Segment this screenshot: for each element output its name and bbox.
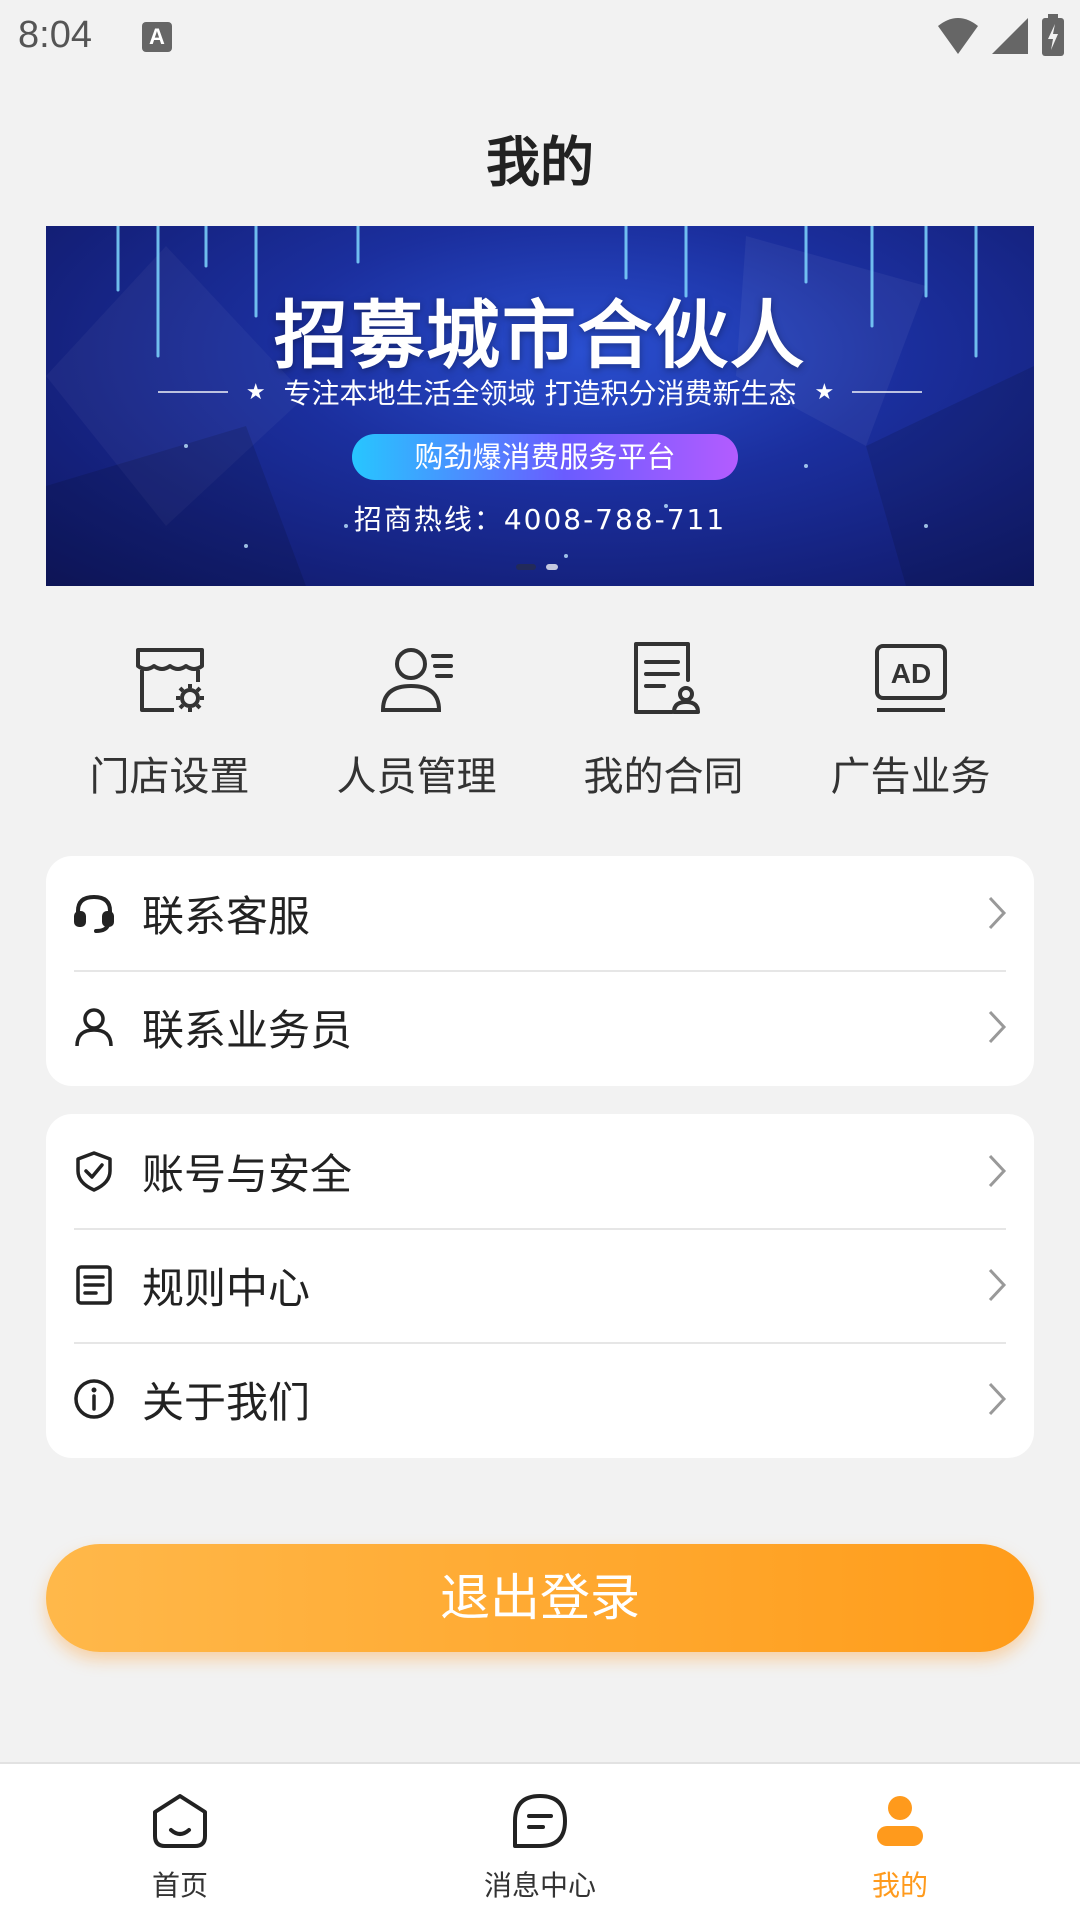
quick-action-label: 人员管理 — [336, 754, 497, 800]
status-time: 8:04 — [18, 14, 92, 56]
quick-action-label: 我的合同 — [583, 754, 744, 800]
info-icon — [74, 1379, 114, 1419]
menu-item-label: 联系客服 — [142, 891, 311, 941]
star-icon: ★ — [814, 379, 835, 405]
chevron-right-icon — [988, 896, 1007, 930]
chevron-right-icon — [988, 1382, 1007, 1416]
staff-management-icon — [380, 648, 453, 712]
banner-pill: 购劲爆消费服务平台 — [352, 434, 738, 480]
headset-icon — [74, 894, 114, 933]
banner-hotline: 招商热线：4008-788-711 — [353, 503, 727, 536]
carousel-dot — [546, 564, 558, 570]
signal-icon — [992, 18, 1028, 54]
promo-banner[interactable]: 招募城市合伙人 ★ 专注本地生活全领域 打造积分消费新生态 ★ 购劲爆消费服务平… — [46, 226, 1034, 586]
menu-item-about-us[interactable]: 关于我们 — [46, 1342, 1034, 1456]
menu-item-contact-salesperson[interactable]: 联系业务员 — [46, 970, 1034, 1084]
quick-action-label: 广告业务 — [830, 754, 991, 800]
shield-icon — [76, 1151, 112, 1192]
menu-item-label: 关于我们 — [142, 1377, 311, 1427]
document-icon — [76, 1265, 112, 1305]
banner-divider-line — [852, 391, 923, 393]
wifi-icon — [938, 18, 978, 54]
logout-button[interactable]: 退出登录 — [46, 1544, 1034, 1652]
chevron-right-icon — [988, 1268, 1007, 1302]
menu-item-rules-center[interactable]: 规则中心 — [46, 1228, 1034, 1342]
nav-label: 我的 — [871, 1869, 928, 1902]
nav-label: 消息中心 — [483, 1869, 596, 1902]
profile-page: 8:04 A 我的 招募城市合伙人 ★ 专注本地生活全领域 打造积分消费新生态 … — [0, 0, 1080, 1920]
svg-text:AD: AD — [890, 658, 930, 689]
store-settings-icon — [135, 648, 204, 712]
menu-card-account: 账号与安全 规则中心 关于我们 — [46, 1114, 1034, 1458]
ad-icon: AD — [874, 644, 947, 712]
person-icon — [75, 1008, 113, 1047]
notification-a-icon: A — [142, 22, 172, 52]
menu-item-account-security[interactable]: 账号与安全 — [46, 1114, 1034, 1228]
banner-divider-line — [157, 391, 228, 393]
menu-item-contact-service[interactable]: 联系客服 — [46, 856, 1034, 970]
star-icon: ★ — [245, 379, 266, 405]
carousel-dot-active — [516, 564, 536, 570]
status-icons — [936, 14, 1066, 58]
menu-item-label: 账号与安全 — [142, 1149, 353, 1199]
quick-action-ad-business[interactable]: AD 广告业务 — [787, 636, 1034, 802]
quick-actions: 门店设置 人员管理 我的合同 AD 广告业务 — [46, 636, 1034, 802]
home-icon — [153, 1794, 207, 1848]
nav-tab-home[interactable]: 首页 — [0, 1764, 360, 1920]
bottom-nav: 首页 消息中心 我的 — [0, 1762, 1080, 1920]
nav-tab-profile[interactable]: 我的 — [720, 1764, 1080, 1920]
quick-action-store-settings[interactable]: 门店设置 — [46, 636, 293, 802]
menu-item-label: 联系业务员 — [142, 1005, 353, 1055]
banner-subtitle: 专注本地生活全领域 打造积分消费新生态 — [283, 377, 797, 410]
nav-label: 首页 — [151, 1869, 208, 1902]
profile-icon — [877, 1796, 923, 1846]
quick-action-my-contract[interactable]: 我的合同 — [540, 636, 787, 802]
carousel-indicator — [516, 564, 558, 570]
menu-item-label: 规则中心 — [142, 1263, 311, 1313]
menu-card-contact: 联系客服 联系业务员 — [46, 856, 1034, 1086]
nav-tab-messages[interactable]: 消息中心 — [360, 1764, 720, 1920]
message-icon — [513, 1794, 567, 1848]
banner-headline: 招募城市合伙人 — [274, 293, 806, 379]
chevron-right-icon — [988, 1010, 1007, 1044]
quick-action-staff-management[interactable]: 人员管理 — [293, 636, 540, 802]
battery-icon — [1042, 14, 1064, 56]
page-title: 我的 — [486, 131, 594, 194]
status-bar: 8:04 A — [0, 0, 1080, 75]
chevron-right-icon — [988, 1154, 1007, 1188]
banner-subtitle-row: ★ 专注本地生活全领域 打造积分消费新生态 ★ — [46, 372, 1034, 412]
contract-icon — [633, 642, 700, 714]
quick-action-label: 门店设置 — [89, 754, 250, 800]
